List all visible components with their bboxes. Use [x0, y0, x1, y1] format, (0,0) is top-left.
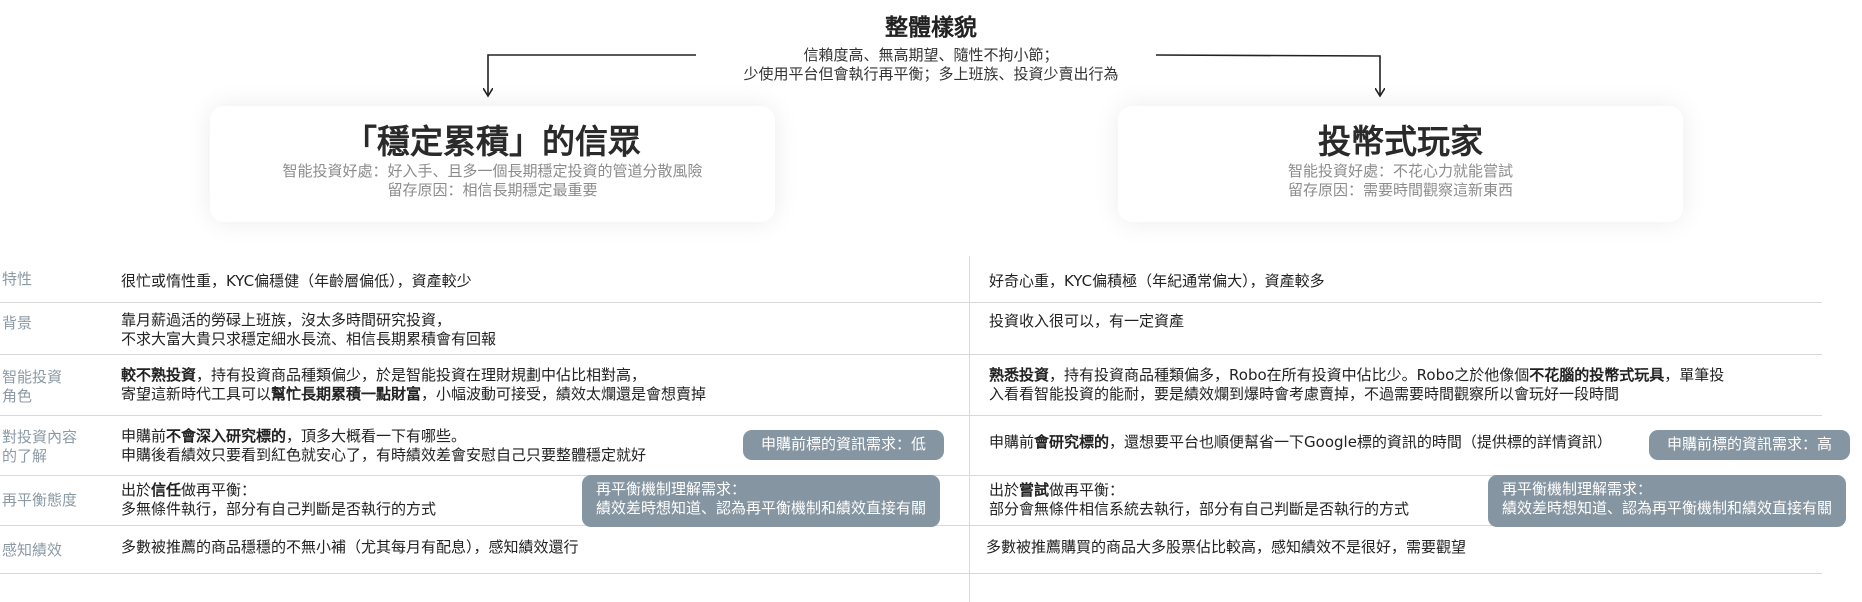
row-label-role: 智能投資 角色 — [2, 368, 97, 406]
persona-retention: 留存原因：需要時間觀察這新東西 — [1287, 181, 1513, 199]
role-left: 較不熟投資，持有投資商品種類偏少，於是智能投資在理財規劃中佔比相對高， 寄望這新… — [121, 366, 706, 404]
badge-line: 再平衡機制理解需求： — [596, 480, 747, 498]
emphasis: 信任 — [151, 481, 182, 499]
text: ，單筆投 — [1664, 366, 1725, 384]
role-right-line-1: 熟悉投資，持有投資商品種類偏多，Robo在所有投資中佔比少。Robo之於他像個不… — [989, 366, 1724, 385]
understanding-right: 申購前會研究標的，還想要平台也順便幫省一下Google標的資訊的時間（提供標的詳… — [989, 433, 1612, 452]
persona-title: 「穩定累積」的信眾 — [344, 122, 641, 161]
text: ，還想要平台也順便幫省一下Google標的資訊的時間（提供標的詳情資訊） — [1109, 433, 1612, 451]
traits-right: 好奇心重，KYC偏積極（年紀通常偏大），資產較多 — [989, 272, 1325, 290]
emphasis: 熟悉投資 — [989, 366, 1050, 384]
text: 出於 — [121, 481, 152, 499]
info-need-low-badge: 申購前標的資訊需求：低 — [743, 430, 945, 460]
row-label-line: 智能投資 — [2, 368, 63, 386]
understanding-left: 申購前不會深入研究標的，頂多大概看一下有哪些。 申購後看績效只要看到紅色就安心了… — [121, 427, 646, 465]
emphasis: 不花腦的投幣式玩具 — [1529, 366, 1665, 384]
role-left-line-1: 較不熟投資，持有投資商品種類偏少，於是智能投資在理財規劃中佔比相對高， — [121, 366, 706, 385]
performance-right: 多數被推薦購買的商品大多股票佔比較高，感知績效不是很好，需要觀望 — [986, 538, 1467, 556]
row-label-traits: 特性 — [2, 270, 33, 288]
emphasis: 幫忙長期累積一點財富 — [271, 385, 422, 403]
persona-title: 投幣式玩家 — [1318, 122, 1483, 161]
text: 申購前 — [989, 433, 1035, 451]
emphasis: 不會深入研究標的 — [166, 427, 287, 445]
row-label-line: 對投資內容 — [2, 428, 78, 446]
performance-left: 多數被推薦的商品穩穩的不無小補（尤其每月有配息），感知績效還行 — [121, 538, 579, 556]
rebalance-left-line-2: 多無條件執行，部分有自己判斷是否執行的方式 — [121, 500, 437, 518]
rebalance-right-line-1: 出於嘗試做再平衡： — [989, 481, 1409, 500]
emphasis: 會研究標的 — [1034, 433, 1110, 451]
row-label-understanding: 對投資內容 的了解 — [2, 428, 97, 466]
row-label-line: 角色 — [2, 387, 33, 405]
badge-line: 績效差時想知道、認為再平衡機制和績效直接有關 — [1502, 499, 1833, 517]
text: 做再平衡： — [1049, 481, 1125, 499]
text: 出於 — [989, 481, 1020, 499]
row-label-rebalance: 再平衡態度 — [2, 491, 78, 509]
row-divider — [0, 302, 1822, 303]
persona-card-steady: 「穩定累積」的信眾 智能投資好處：好入手、且多一個長期穩定投資的管道分散風險 留… — [210, 106, 775, 222]
emphasis: 嘗試 — [1019, 481, 1050, 499]
role-right-line-2: 入看看智能投資的能耐，要是績效爛到爆時會考慮賣掉，不過需要時間觀察所以會玩好一段… — [989, 385, 1620, 403]
text: ，小幅波動可接受，績效太爛還是會想賣掉 — [421, 385, 707, 403]
row-divider — [0, 415, 1822, 416]
rebalance-need-badge-right: 再平衡機制理解需求： 績效差時想知道、認為再平衡機制和績效直接有關 — [1488, 475, 1847, 527]
rebalance-need-badge-left: 再平衡機制理解需求： 績效差時想知道、認為再平衡機制和績效直接有關 — [582, 475, 941, 527]
rebalance-left-line-1: 出於信任做再平衡： — [121, 481, 436, 500]
rebalance-left: 出於信任做再平衡： 多無條件執行，部分有自己判斷是否執行的方式 — [121, 481, 436, 519]
row-label-line: 的了解 — [2, 447, 48, 465]
column-divider — [969, 256, 970, 602]
persona-retention: 留存原因：相信長期穩定最重要 — [387, 181, 598, 199]
role-left-line-2: 寄望這新時代工具可以幫忙長期累積一點財富，小幅波動可接受，績效太爛還是會想賣掉 — [121, 385, 706, 404]
emphasis: 較不熟投資 — [121, 366, 197, 384]
persona-benefit: 智能投資好處：不花心力就能嘗試 — [1287, 162, 1513, 180]
arrow-to-right-persona — [1155, 54, 1380, 96]
role-right: 熟悉投資，持有投資商品種類偏多，Robo在所有投資中佔比少。Robo之於他像個不… — [989, 366, 1724, 404]
row-label-background: 背景 — [2, 314, 33, 332]
text: ，頂多大概看一下有哪些。 — [286, 427, 467, 445]
text: 寄望這新時代工具可以 — [121, 385, 272, 403]
text: ，持有投資商品種類偏少，於是智能投資在理財規劃中佔比相對高， — [196, 366, 647, 384]
arrow-to-left-persona — [488, 54, 696, 96]
row-divider — [0, 573, 1822, 574]
rebalance-right-line-2: 部分會無條件相信系統去執行，部分有自己判斷是否執行的方式 — [989, 500, 1410, 518]
understanding-left-line-1: 申購前不會深入研究標的，頂多大概看一下有哪些。 — [121, 427, 646, 446]
persona-card-coin-player: 投幣式玩家 智能投資好處：不花心力就能嘗試 留存原因：需要時間觀察這新東西 — [1118, 106, 1683, 222]
text: ，持有投資商品種類偏多，Robo在所有投資中佔比少。Robo之於他像個 — [1049, 366, 1530, 384]
background-left-line-1: 靠月薪過活的勞碌上班族，沒太多時間研究投資， — [121, 311, 452, 329]
branch-arrows — [0, 54, 1862, 110]
badge-line: 績效差時想知道、認為再平衡機制和績效直接有關 — [596, 499, 927, 517]
row-label-performance: 感知績效 — [2, 541, 63, 559]
background-left: 靠月薪過活的勞碌上班族，沒太多時間研究投資， 不求大富大貴只求穩定細水長流、相信… — [121, 311, 496, 349]
background-right: 投資收入很可以，有一定資產 — [989, 312, 1185, 330]
text: 做再平衡： — [181, 481, 257, 499]
traits-left: 很忙或惰性重，KYC偏穩健（年齡層偏低），資產較少 — [121, 272, 472, 290]
rebalance-right: 出於嘗試做再平衡： 部分會無條件相信系統去執行，部分有自己判斷是否執行的方式 — [989, 481, 1409, 519]
row-divider — [0, 354, 1822, 355]
info-need-high-badge: 申購前標的資訊需求：高 — [1649, 430, 1851, 460]
text: 申購前 — [121, 427, 167, 445]
background-left-line-2: 不求大富大貴只求穩定細水長流、相信長期累積會有回報 — [121, 330, 497, 348]
understanding-left-line-2: 申購後看績效只要看到紅色就安心了，有時績效差會安慰自己只要整體穩定就好 — [121, 446, 647, 464]
persona-benefit: 智能投資好處：好入手、且多一個長期穩定投資的管道分散風險 — [282, 162, 703, 180]
badge-line: 再平衡機制理解需求： — [1502, 480, 1653, 498]
